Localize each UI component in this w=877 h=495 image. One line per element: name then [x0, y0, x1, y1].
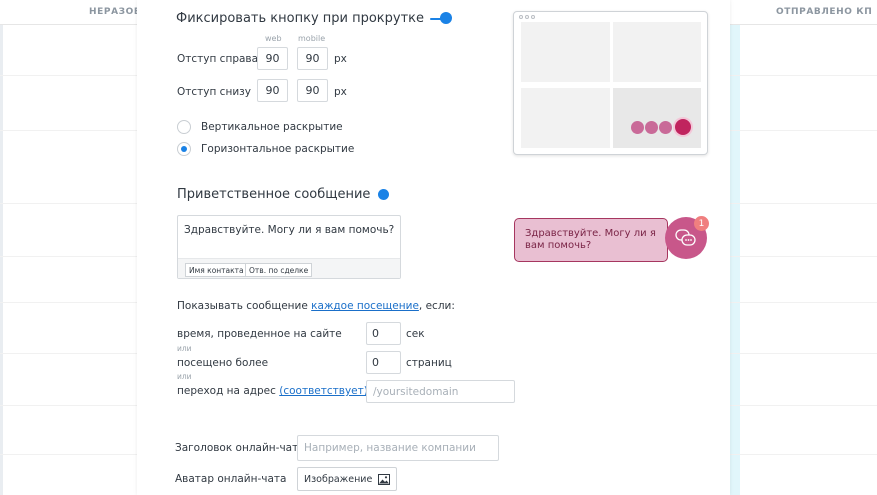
chat-avatar-label: Аватар онлайн-чата [175, 473, 287, 485]
chat-header-label: Заголовок онлайн-чата [175, 442, 305, 454]
offset-bottom-unit: px [334, 86, 347, 98]
column-header-offer-sent: ОТПРАВЛЕНО КП [776, 7, 873, 17]
column-highlight [730, 25, 740, 495]
preview-bubble-icon [631, 121, 644, 134]
bubble-text-line: вам помочь? [525, 240, 592, 251]
unread-badge: 1 [694, 216, 709, 231]
match-type-link[interactable]: (соответствует) [279, 385, 368, 397]
offset-right-label: Отступ справа [177, 53, 259, 65]
fix-button-title: Фиксировать кнопку при прокрутке [176, 11, 425, 26]
url-condition-line: переход на адрес (соответствует) [177, 385, 368, 397]
mobile-column-label: mobile [298, 34, 326, 43]
greeting-toggle[interactable] [378, 189, 390, 200]
preview-chat-icon [675, 119, 691, 135]
radio-vertical-expand[interactable]: Вертикальное раскрытие [177, 120, 343, 134]
window-dots [519, 15, 535, 19]
chat-header-input[interactable]: Например, название компании [297, 435, 499, 461]
upload-image-button[interactable]: Изображение [297, 467, 398, 491]
greeting-row: Приветственное сообщение [177, 187, 390, 202]
visited-pages-label: посещено более [177, 357, 269, 369]
chat-settings-modal: Фиксировать кнопку при прокрутке web mob… [137, 0, 730, 495]
show-message-line: Показывать сообщение каждое посещение, е… [177, 300, 455, 312]
image-icon [378, 473, 391, 485]
radio-vertical-circle[interactable] [177, 120, 191, 134]
preview-cell [521, 22, 610, 82]
greeting-title: Приветственное сообщение [177, 187, 371, 202]
tag-contact-name[interactable]: Имя контакта [185, 263, 248, 277]
url-input[interactable]: /yoursitedomain [366, 380, 515, 403]
or-separator: или [177, 372, 192, 381]
each-visit-link[interactable]: каждое посещение [311, 300, 419, 312]
greeting-textarea[interactable]: Здравствуйте. Могу ли я вам помочь? Имя … [177, 215, 401, 279]
offset-bottom-label: Отступ снизу [177, 86, 251, 98]
preview-bubble-icon [645, 121, 658, 134]
column-header-unsorted: НЕРАЗОБ [89, 7, 142, 17]
upload-image-label: Изображение [304, 473, 373, 485]
web-column-label: web [265, 34, 282, 43]
preview-bubble-icon [659, 121, 672, 134]
time-on-site-input[interactable]: 0 [366, 322, 401, 345]
or-separator: или [177, 344, 192, 353]
greeting-text: Здравствуйте. Могу ли я вам помочь? [184, 224, 395, 236]
radio-horizontal-circle[interactable] [177, 142, 191, 156]
fix-button-toggle[interactable] [430, 11, 453, 24]
greeting-bubble-preview: Здравствуйте. Могу ли я вам помочь? [514, 218, 668, 262]
preview-cell [613, 22, 701, 82]
preview-cell [521, 88, 610, 148]
offset-bottom-mobile-input[interactable]: 90 [297, 79, 328, 102]
offset-right-mobile-input[interactable]: 90 [297, 47, 328, 70]
layout-preview [513, 11, 708, 155]
show-message-suffix: , если: [418, 300, 455, 312]
radio-vertical-label: Вертикальное раскрытие [201, 121, 343, 133]
time-unit: сек [406, 328, 425, 340]
preview-cell-active [613, 88, 701, 148]
visited-pages-unit: страниц [406, 357, 452, 369]
tag-deal-owner[interactable]: Отв. по сделке [245, 263, 313, 277]
offset-bottom-web-input[interactable]: 90 [257, 79, 288, 102]
radio-horizontal-expand[interactable]: Горизонтальное раскрытие [177, 142, 354, 156]
bubble-text-line: Здравствуйте. Могу ли я [525, 228, 656, 239]
visited-pages-input[interactable]: 0 [366, 351, 401, 374]
url-condition-label: переход на адрес [177, 385, 276, 397]
fix-button-row: Фиксировать кнопку при прокрутке [176, 11, 453, 26]
offset-right-unit: px [334, 53, 347, 65]
greeting-tags-bar: Имя контакта Отв. по сделке [178, 258, 400, 278]
offset-right-web-input[interactable]: 90 [257, 47, 288, 70]
show-message-prefix: Показывать сообщение [177, 300, 312, 312]
radio-horizontal-label: Горизонтальное раскрытие [201, 143, 355, 155]
chat-bubbles-icon [675, 229, 696, 246]
time-on-site-label: время, проведенное на сайте [177, 328, 342, 340]
left-edge [0, 25, 3, 495]
